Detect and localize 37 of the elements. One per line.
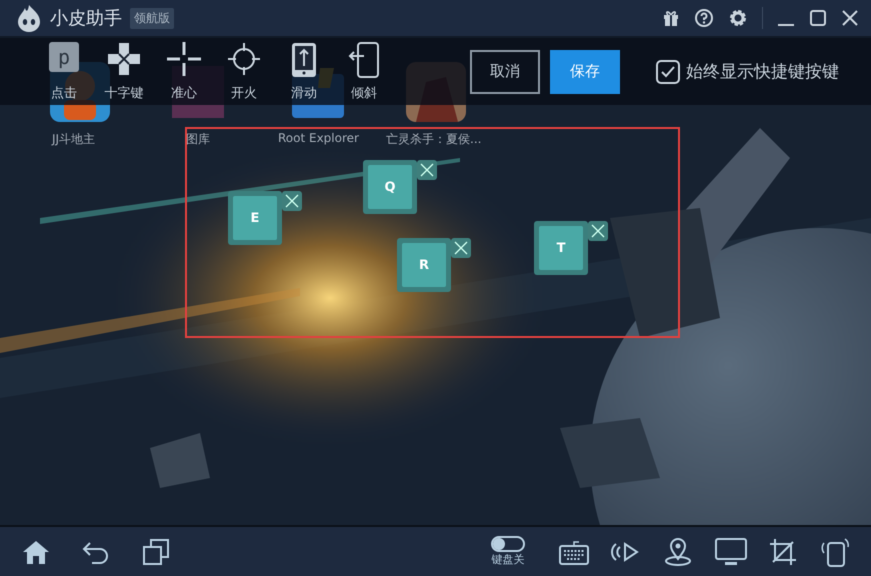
crosshair-icon <box>167 42 201 76</box>
tool-button[interactable]: 开火 <box>218 42 270 102</box>
close-icon[interactable] <box>417 160 437 180</box>
flame-mascot-icon <box>16 4 42 32</box>
edition-badge: 领航版 <box>130 8 174 28</box>
close-icon[interactable] <box>282 191 302 211</box>
windows-icon[interactable] <box>142 538 170 566</box>
key-icon: p <box>49 42 79 72</box>
cancel-button[interactable]: 取消 <box>470 50 540 94</box>
settings-icon[interactable] <box>728 8 748 28</box>
keyboard-icon[interactable] <box>559 538 589 564</box>
close-icon[interactable] <box>588 221 608 241</box>
target-icon <box>227 42 261 76</box>
phone-swipe-icon <box>291 42 317 78</box>
close-icon[interactable] <box>841 9 859 27</box>
app-label: JJ斗地主 <box>52 131 96 148</box>
tool-button[interactable]: 准心 <box>158 42 210 102</box>
tool-button[interactable]: 倾斜 <box>338 42 390 102</box>
phone-tilt-icon <box>348 42 380 78</box>
always-show-checkbox[interactable]: 始终显示快捷键按键 <box>656 60 839 84</box>
monitor-icon[interactable] <box>715 538 747 566</box>
app-label: Root Explorer <box>278 131 359 145</box>
window-title: 小皮助手 <box>50 7 122 30</box>
tool-button[interactable]: p 点击 <box>38 42 90 102</box>
close-icon[interactable] <box>451 238 471 258</box>
maximize-icon[interactable] <box>809 9 827 27</box>
crop-icon[interactable] <box>769 538 797 566</box>
tool-button[interactable]: 滑动 <box>278 42 330 102</box>
gift-icon[interactable] <box>662 9 680 27</box>
dpad-icon <box>107 42 141 76</box>
tool-button[interactable]: 十字键 <box>98 42 150 102</box>
help-icon[interactable] <box>694 8 714 28</box>
phone-shake-icon[interactable] <box>819 536 849 566</box>
location-icon[interactable] <box>663 536 693 566</box>
app-label: 图库 <box>186 131 210 148</box>
app-label: 亡灵杀手：夏侯... <box>386 131 482 148</box>
home-icon[interactable] <box>22 538 50 564</box>
